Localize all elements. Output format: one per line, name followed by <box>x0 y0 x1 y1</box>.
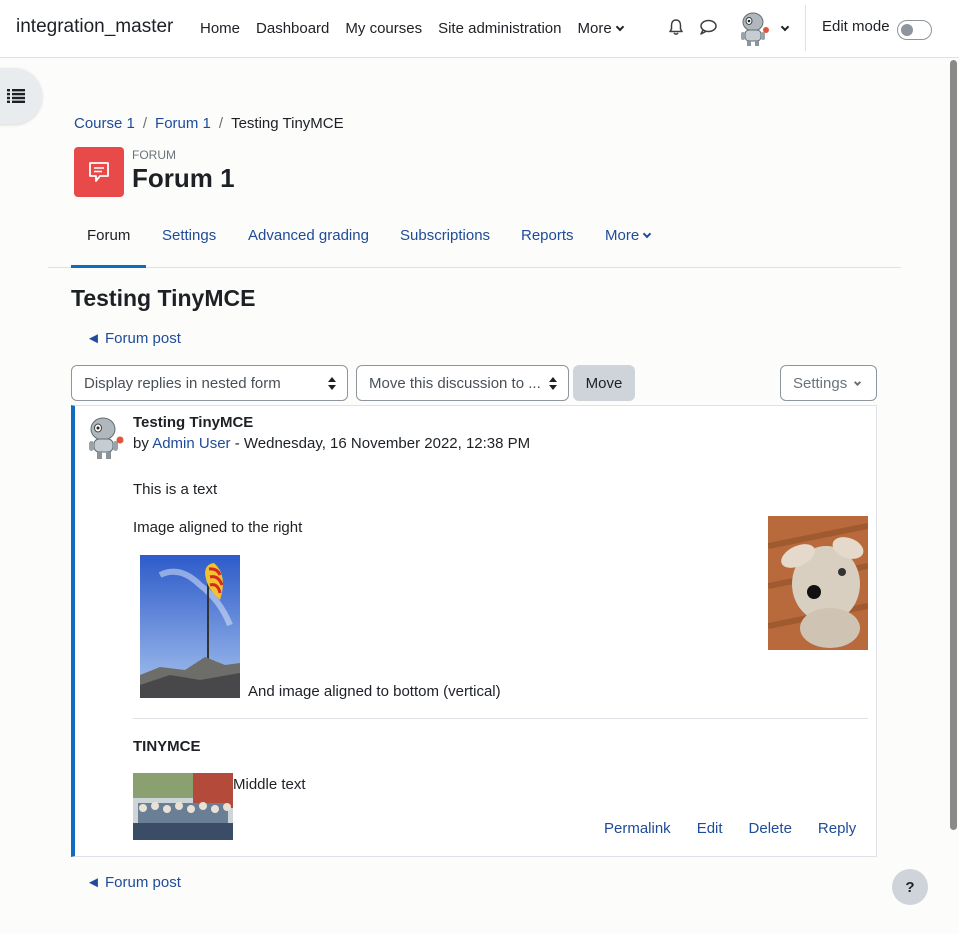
active-tab-indicator <box>71 265 146 268</box>
breadcrumb-separator: / <box>142 115 148 132</box>
post-heading: TINYMCE <box>133 738 201 755</box>
discussion-settings-button[interactable]: Settings <box>780 365 877 401</box>
move-discussion-select[interactable]: Move this discussion to ... <box>356 365 569 401</box>
nav-my-courses[interactable]: My courses <box>337 20 430 37</box>
edit-mode-toggle[interactable] <box>897 20 932 40</box>
flag-mountain-image <box>140 555 240 698</box>
tab-reports[interactable]: Reports <box>521 227 574 244</box>
post-subject: Testing TinyMCE <box>133 414 254 431</box>
chevron-down-icon <box>642 229 652 239</box>
edit-post-link[interactable]: Edit <box>697 820 723 837</box>
notification-bell-icon[interactable] <box>667 18 685 36</box>
site-brand[interactable]: integration_master <box>16 16 173 38</box>
permalink-link[interactable]: Permalink <box>604 820 671 837</box>
edit-mode-label: Edit mode <box>822 18 890 35</box>
breadcrumb-course[interactable]: Course 1 <box>74 115 135 132</box>
primary-navigation: Home Dashboard My courses Site administr… <box>192 0 631 56</box>
navbar-divider <box>805 5 806 51</box>
breadcrumb-forum[interactable]: Forum 1 <box>155 115 211 132</box>
tab-subscriptions[interactable]: Subscriptions <box>400 227 490 244</box>
post-actions: Permalink Edit Delete Reply <box>604 820 856 837</box>
move-discussion-selected: Move this discussion to ... <box>369 375 541 392</box>
post-author-link[interactable]: Admin User <box>152 435 230 452</box>
user-avatar[interactable] <box>735 9 773 47</box>
plush-dog-image <box>768 516 868 650</box>
tab-forum[interactable]: Forum <box>87 227 130 244</box>
post-author-avatar[interactable] <box>83 414 127 460</box>
post-date: - Wednesday, 16 November 2022, 12:38 PM <box>234 435 531 452</box>
forum-icon <box>89 162 109 182</box>
messages-chat-icon[interactable] <box>698 18 718 36</box>
chevron-down-icon <box>854 378 862 387</box>
breadcrumb-separator: / <box>218 115 224 132</box>
forum-activity-icon <box>74 147 124 197</box>
page-scrollbar-thumb[interactable] <box>950 60 957 830</box>
move-button[interactable]: Move <box>573 365 635 401</box>
user-menu-toggle[interactable] <box>777 20 790 37</box>
post-paragraph: Middle text <box>233 776 306 793</box>
course-index-drawer-button[interactable] <box>0 68 42 124</box>
top-navbar: integration_master Home Dashboard My cou… <box>0 0 959 58</box>
nav-dashboard[interactable]: Dashboard <box>248 20 337 37</box>
tab-settings[interactable]: Settings <box>162 227 216 244</box>
display-mode-select[interactable]: Display replies in nested form <box>71 365 348 401</box>
select-arrows-icon <box>549 377 557 390</box>
post-byline: by Admin User - Wednesday, 16 November 2… <box>133 435 530 452</box>
reply-post-link[interactable]: Reply <box>818 820 856 837</box>
select-arrows-icon <box>328 377 336 390</box>
post-divider <box>133 718 868 719</box>
nav-home[interactable]: Home <box>192 20 248 37</box>
post-paragraph: This is a text <box>133 481 218 498</box>
group-photo-image <box>133 773 233 840</box>
nav-more-menu[interactable]: More <box>570 20 631 37</box>
secondary-navigation-tabs: Forum Settings Advanced grading Subscrip… <box>48 210 901 268</box>
delete-post-link[interactable]: Delete <box>749 820 792 837</box>
back-to-forum-link-bottom[interactable]: ◄ Forum post <box>86 874 181 891</box>
help-button[interactable]: ? <box>892 869 928 905</box>
post-by-prefix: by <box>133 435 149 452</box>
tab-more-label: More <box>605 227 640 244</box>
forum-post: Testing TinyMCE by Admin User - Wednesda… <box>71 405 877 857</box>
tab-more[interactable]: More <box>605 227 652 244</box>
post-paragraph: Image aligned to the right <box>133 519 303 536</box>
tab-advanced-grading[interactable]: Advanced grading <box>248 227 369 244</box>
chevron-down-icon <box>615 22 624 31</box>
discussion-title: Testing TinyMCE <box>71 285 256 311</box>
list-icon <box>7 89 25 103</box>
settings-button-label: Settings <box>793 375 848 392</box>
activity-type-label: FORUM <box>132 148 176 162</box>
breadcrumb: Course 1 / Forum 1 / Testing TinyMCE <box>74 115 344 132</box>
back-to-forum-link[interactable]: ◄ Forum post <box>86 330 181 347</box>
display-mode-selected: Display replies in nested form <box>84 375 281 392</box>
nav-site-administration[interactable]: Site administration <box>430 20 569 37</box>
chevron-down-icon <box>780 22 790 32</box>
page-title: Forum 1 <box>132 163 235 193</box>
breadcrumb-current: Testing TinyMCE <box>231 115 344 132</box>
toggle-knob <box>901 24 913 36</box>
nav-more-label: More <box>577 19 612 37</box>
post-paragraph: And image aligned to bottom (vertical) <box>248 683 501 700</box>
